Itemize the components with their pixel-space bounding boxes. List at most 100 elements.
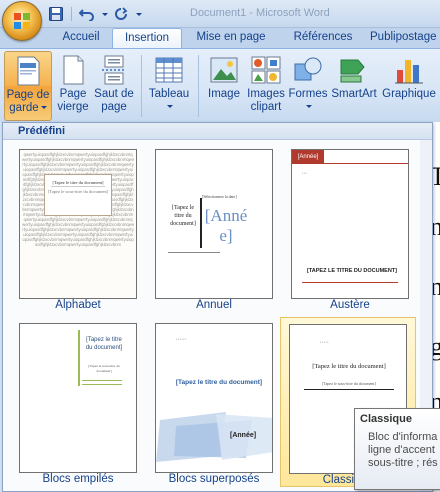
divider (82, 380, 122, 381)
redo-icon (115, 7, 128, 20)
annuel-author (226, 250, 262, 260)
window-title: Document1 - Microsoft Word (190, 7, 330, 19)
blank-page-icon (63, 55, 84, 85)
alphabet-title-box: [Tapez le titre du document] [Tapez le s… (44, 174, 112, 216)
annuel-year: [Anné e] (204, 206, 248, 245)
chart-label: Graphique (382, 88, 436, 100)
shapes-icon (294, 57, 322, 81)
company-placeholder: ▪ ▪ ▪ ▪ ▪ (320, 340, 329, 344)
austere-year: [Année] (292, 150, 324, 164)
blank-page-label-2: vierge (57, 101, 89, 113)
annuel-date: [Sélectionnez la date] (202, 194, 237, 199)
tile-label: Blocs empilés (42, 473, 114, 485)
tooltip-line: sous-titre ; rés (368, 457, 438, 469)
cover-page-button[interactable]: Page de garde (4, 51, 52, 121)
chart-icon (395, 60, 423, 84)
tile-label: Austère (330, 299, 370, 311)
undo-dropdown-button[interactable] (99, 5, 109, 23)
shapes-label: Formes (288, 88, 328, 100)
ribbon-separator (198, 55, 199, 117)
thumbnail-austere: [Année] ▪ ▪ ▪ [TAPEZ LE TITRE DU DOCUMEN… (291, 149, 409, 299)
tab-publipostage[interactable]: Publipostage (364, 28, 440, 48)
blank-page-button[interactable]: Page vierge (54, 51, 92, 121)
picture-label: Image (208, 88, 240, 100)
chevron-down-icon (102, 12, 108, 16)
blank-page-label-1: Page (59, 88, 87, 100)
table-icon (155, 57, 183, 83)
annuel-title: [Tapez le titre du document] (170, 205, 196, 227)
tile-label: Blocs superposés (168, 473, 260, 485)
clipart-label-2: clipart (250, 101, 282, 113)
blocs-empiles-subtitle: [Tapez le sous-titre du document] (88, 364, 120, 373)
table-label: Tableau (148, 88, 190, 100)
cover-page-icon (17, 56, 40, 86)
save-button[interactable] (46, 5, 66, 23)
chevron-down-icon (306, 105, 312, 109)
cover-page-annuel[interactable]: [Sélectionnez la date] [Tapez le titre d… (150, 143, 278, 313)
company-placeholder: ▪ ▪ ▪ ▪ ▪ ▪ (176, 337, 187, 341)
undo-button[interactable] (77, 5, 97, 23)
cover-page-label-2: garde (9, 102, 39, 114)
classique-title: [Tapez le titre du document] (312, 363, 386, 370)
office-button[interactable] (2, 1, 42, 41)
annuel-rule (200, 198, 202, 248)
customize-qat-button[interactable] (133, 5, 143, 23)
smartart-button[interactable]: SmartArt (330, 51, 378, 121)
tab-references[interactable]: Références (282, 28, 364, 48)
cover-page-austere[interactable]: [Année] ▪ ▪ ▪ [TAPEZ LE TITRE DU DOCUMEN… (286, 143, 414, 313)
blocs-empiles-title: [Tapez le titre du document] (85, 337, 123, 351)
picture-button[interactable]: Image (204, 51, 244, 121)
blocs-superposes-year: [Année] (230, 432, 257, 439)
austere-header-rule (324, 150, 408, 164)
qat-separator (71, 7, 72, 21)
tile-label: Alphabet (55, 299, 101, 311)
tab-accueil[interactable]: Accueil (50, 28, 112, 48)
picture-icon (210, 57, 238, 83)
undo-icon (79, 9, 94, 21)
chevron-down-icon (40, 106, 47, 110)
tooltip-line: ligne d'accent (368, 444, 435, 456)
cover-page-label-1: Page de (6, 89, 50, 101)
shapes-button[interactable]: Formes (288, 51, 328, 121)
page-break-label-1: Saut de (94, 88, 134, 100)
chevron-down-icon (167, 105, 173, 109)
austere-rule (302, 282, 398, 283)
save-icon (49, 7, 63, 21)
cover-page-blocs-empiles[interactable]: [Tapez le titre du document] [Tapez le s… (14, 317, 142, 487)
thumbnail-blocs-superposes: ▪ ▪ ▪ ▪ ▪ ▪ [Tapez le titre du document]… (155, 323, 273, 473)
ribbon-tabs: Accueil Insertion Mise en page Référence… (0, 28, 440, 49)
divider (82, 384, 122, 385)
thumbnail-blocs-empiles: [Tapez le titre du document] [Tapez le s… (19, 323, 137, 473)
clipart-icon (251, 56, 281, 84)
tooltip: Classique Bloc d'informa ligne d'accent … (354, 408, 440, 490)
ribbon-insertion: Page de garde Page vierge Saut de page T… (0, 48, 440, 122)
ribbon-separator (141, 55, 142, 117)
title-bar: Document1 - Microsoft Word (0, 0, 440, 41)
page-break-button[interactable]: Saut de page (92, 51, 136, 121)
blocs-superposes-title: [Tapez le titre du document] (175, 379, 263, 386)
tab-mise-en-page[interactable]: Mise en page (186, 28, 276, 48)
table-button[interactable]: Tableau (146, 51, 192, 121)
page-break-label-2: page (101, 101, 127, 113)
austere-title: [TAPEZ LE TITRE DU DOCUMENT] (306, 268, 398, 274)
thumbnail-annuel: [Sélectionnez la date] [Tapez le titre d… (155, 149, 273, 299)
smartart-label: SmartArt (331, 88, 377, 100)
gallery-section-header: Prédéfini (3, 123, 432, 140)
office-logo-icon (14, 13, 30, 29)
accent-bar (78, 330, 80, 386)
austere-company: ▪ ▪ ▪ (302, 171, 307, 175)
chart-button[interactable]: Graphique (380, 51, 438, 121)
clipart-label-1: Images (247, 88, 285, 100)
divider (304, 389, 394, 390)
tile-label: Annuel (196, 299, 232, 311)
annuel-abstract (168, 252, 220, 266)
page-break-icon (102, 55, 126, 85)
clipart-button[interactable]: Images clipart (245, 51, 287, 121)
thumbnail-alphabet: qwertyuiopasdfghjklzxcvbnmqwertyuiopasdf… (19, 149, 137, 299)
cover-page-blocs-superposes[interactable]: ▪ ▪ ▪ ▪ ▪ ▪ [Tapez le titre du document]… (150, 317, 278, 487)
tab-insertion[interactable]: Insertion (112, 28, 182, 49)
cover-page-alphabet[interactable]: qwertyuiopasdfghjklzxcvbnmqwertyuiopasdf… (14, 143, 142, 313)
redo-button[interactable] (111, 5, 131, 23)
quick-access-toolbar (46, 4, 143, 24)
alphabet-subtitle: [Tapez le sous-titre du document] (47, 189, 109, 194)
